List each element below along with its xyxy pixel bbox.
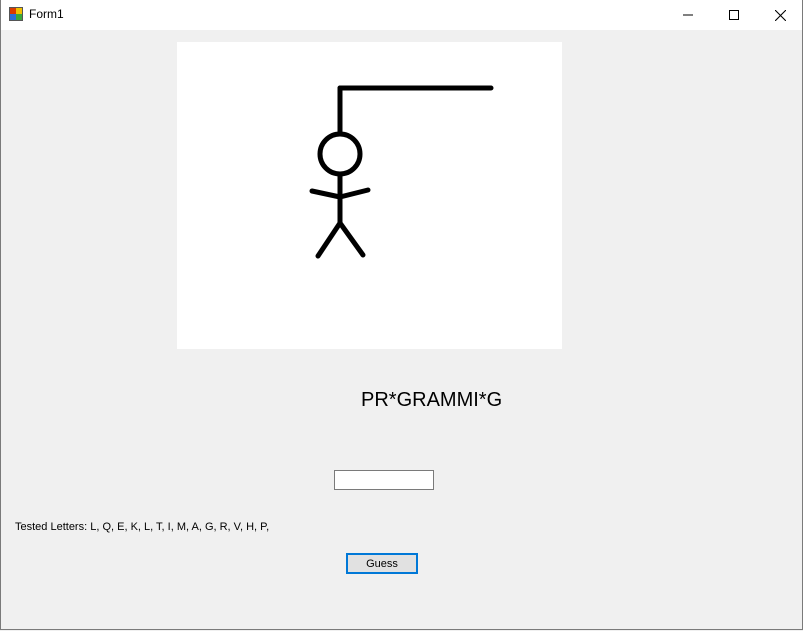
maximize-icon [729, 10, 739, 20]
hangman-head [317, 131, 363, 177]
minimize-button[interactable] [665, 0, 711, 30]
app-icon [9, 7, 23, 21]
close-icon [774, 9, 786, 21]
hangman-canvas [177, 42, 562, 349]
minimize-icon [683, 14, 693, 16]
title-bar[interactable]: Form1 [1, 0, 802, 30]
hangman-leg-left [315, 220, 343, 259]
guess-button[interactable]: Guess [346, 553, 418, 574]
hangman-leg-right [337, 220, 366, 258]
masked-word: PR*GRAMMI*G [361, 389, 503, 411]
tested-letters-list: L, Q, E, K, L, T, I, M, A, G, R, V, H, P… [90, 521, 270, 533]
hangman-arm-right [337, 187, 371, 200]
close-button[interactable] [757, 0, 803, 30]
hangman-arm-left [309, 188, 343, 200]
hangman-drawing [309, 85, 494, 259]
guess-input[interactable] [334, 470, 434, 490]
tested-letters: Tested Letters: L, Q, E, K, L, T, I, M, … [15, 521, 269, 533]
window-title: Form1 [29, 7, 64, 21]
tested-letters-label: Tested Letters: [15, 521, 88, 533]
main-window: Form1 PR*GRAMMI*G Tested Letters: L, Q, … [0, 0, 803, 630]
maximize-button[interactable] [711, 0, 757, 30]
